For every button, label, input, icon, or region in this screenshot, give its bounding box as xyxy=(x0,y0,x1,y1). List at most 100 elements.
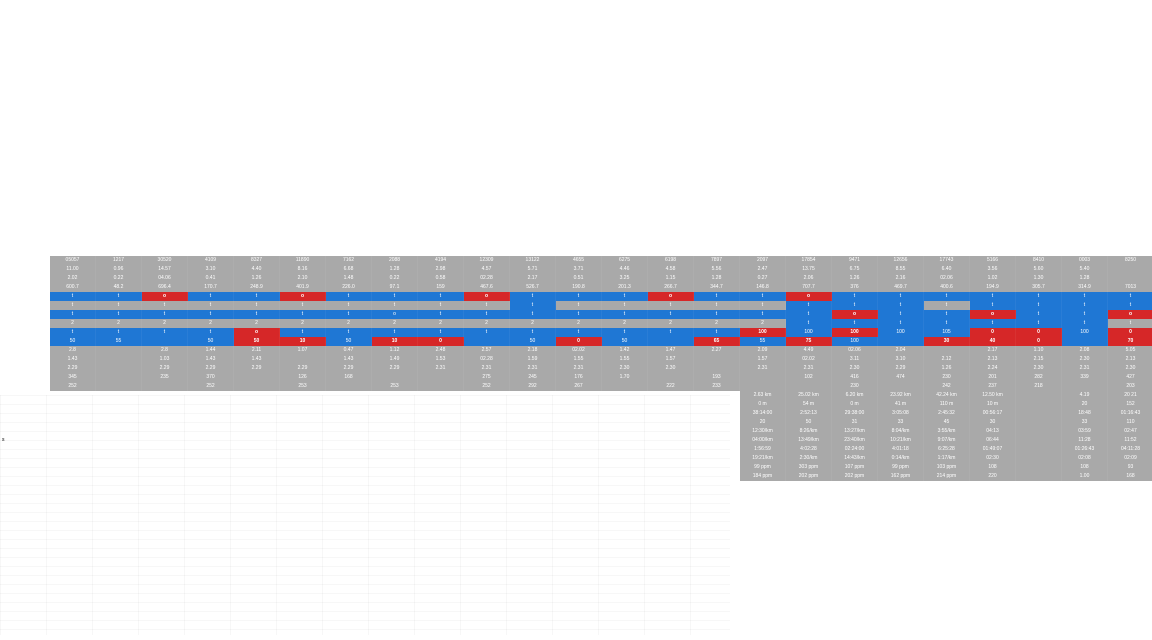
data-cell[interactable]: t xyxy=(924,319,970,328)
data-cell[interactable] xyxy=(96,373,142,382)
data-cell[interactable]: 1.70 xyxy=(602,373,648,382)
data-cell[interactable]: 1.15 xyxy=(648,274,694,283)
data-cell[interactable]: 97.1 xyxy=(372,283,418,292)
data-cell[interactable]: 3:55/km xyxy=(924,427,970,436)
data-cell[interactable]: 2.63 km xyxy=(740,391,786,400)
data-cell[interactable]: 6.40 xyxy=(924,265,970,274)
data-cell[interactable]: 253 xyxy=(280,382,326,391)
data-cell[interactable]: t xyxy=(602,292,648,301)
data-cell[interactable]: 3.11 xyxy=(832,355,878,364)
data-cell[interactable]: 2 xyxy=(648,319,694,328)
data-cell[interactable]: 03:59 xyxy=(1062,427,1108,436)
data-cell[interactable]: 1.10 xyxy=(1016,346,1062,355)
data-cell[interactable]: t xyxy=(740,310,786,319)
data-cell[interactable]: 2 xyxy=(188,319,234,328)
data-cell[interactable]: 8327 xyxy=(234,256,280,265)
data-cell[interactable]: 2.30 xyxy=(602,364,648,373)
data-cell[interactable]: 2:45:32 xyxy=(924,409,970,418)
data-cell[interactable]: 0 xyxy=(556,337,602,346)
data-cell[interactable]: 04:11:28 xyxy=(1108,445,1152,454)
data-cell[interactable]: 02:47 xyxy=(1108,427,1152,436)
data-cell[interactable]: 02:09 xyxy=(1108,454,1152,463)
data-cell[interactable]: 2.31 xyxy=(418,364,464,373)
data-cell[interactable]: 1.57 xyxy=(740,355,786,364)
data-cell[interactable]: 2.09 xyxy=(740,346,786,355)
data-cell[interactable]: 2.17 xyxy=(970,346,1016,355)
data-cell[interactable]: 2 xyxy=(50,319,96,328)
data-cell[interactable]: 305.7 xyxy=(1016,283,1062,292)
data-cell[interactable]: 02.06 xyxy=(924,274,970,283)
empty-grid-area[interactable] xyxy=(0,395,730,635)
data-cell[interactable]: t xyxy=(556,328,602,337)
data-cell[interactable]: 2 xyxy=(326,319,372,328)
data-cell[interactable]: 0003 xyxy=(1062,256,1108,265)
data-cell[interactable]: o xyxy=(970,310,1016,319)
data-cell[interactable]: 696.4 xyxy=(142,283,188,292)
data-cell[interactable]: 06:44 xyxy=(970,436,1016,445)
data-cell[interactable]: 469.7 xyxy=(878,283,924,292)
data-cell[interactable]: 01:49:07 xyxy=(970,445,1016,454)
data-cell[interactable]: 12:30/km xyxy=(740,427,786,436)
data-cell[interactable]: 50 xyxy=(602,337,648,346)
data-cell[interactable]: 04:13 xyxy=(970,427,1016,436)
data-cell[interactable]: 193 xyxy=(694,373,740,382)
data-cell[interactable]: 1.42 xyxy=(602,346,648,355)
data-cell[interactable]: t xyxy=(924,301,970,310)
data-cell[interactable]: t xyxy=(326,310,372,319)
data-cell[interactable]: 253 xyxy=(372,382,418,391)
data-cell[interactable]: 3.25 xyxy=(602,274,648,283)
data-cell[interactable]: t xyxy=(464,328,510,337)
data-cell[interactable]: 105 xyxy=(924,328,970,337)
data-cell[interactable]: t xyxy=(418,328,464,337)
data-cell[interactable]: 2.06 xyxy=(786,274,832,283)
data-cell[interactable]: 5166 xyxy=(970,256,1016,265)
data-cell[interactable]: 00:56:17 xyxy=(970,409,1016,418)
data-cell[interactable]: t xyxy=(142,301,188,310)
data-cell[interactable] xyxy=(96,346,142,355)
data-cell[interactable]: 2.31 xyxy=(786,364,832,373)
data-cell[interactable]: t xyxy=(786,301,832,310)
data-cell[interactable]: t xyxy=(418,301,464,310)
data-cell[interactable]: 5.60 xyxy=(1016,265,1062,274)
data-cell[interactable] xyxy=(740,373,786,382)
data-cell[interactable]: 6198 xyxy=(648,256,694,265)
data-cell[interactable]: 29:38:00 xyxy=(832,409,878,418)
data-cell[interactable]: t xyxy=(1108,292,1152,301)
data-cell[interactable]: 9:07/km xyxy=(924,436,970,445)
data-cell[interactable]: 370 xyxy=(188,373,234,382)
data-cell[interactable]: 1.28 xyxy=(372,265,418,274)
data-cell[interactable] xyxy=(694,355,740,364)
data-cell[interactable]: 108 xyxy=(1062,463,1108,472)
data-cell[interactable]: t xyxy=(878,310,924,319)
data-cell[interactable]: 9471 xyxy=(832,256,878,265)
data-cell[interactable]: 8250 xyxy=(1108,256,1152,265)
data-cell[interactable]: t xyxy=(694,301,740,310)
data-cell[interactable]: 474 xyxy=(878,373,924,382)
data-cell[interactable]: 292 xyxy=(510,382,556,391)
data-cell[interactable]: 252 xyxy=(188,382,234,391)
data-cell[interactable]: 107 ppm xyxy=(832,463,878,472)
data-cell[interactable]: 04:00/km xyxy=(740,436,786,445)
data-cell[interactable]: 6.75 xyxy=(832,265,878,274)
data-cell[interactable]: t xyxy=(1108,301,1152,310)
data-cell[interactable]: 54 m xyxy=(786,400,832,409)
data-cell[interactable]: t xyxy=(1062,310,1108,319)
data-cell[interactable] xyxy=(1016,391,1062,400)
data-cell[interactable]: 2 xyxy=(694,319,740,328)
data-cell[interactable]: 2 xyxy=(418,319,464,328)
data-cell[interactable]: 2.29 xyxy=(50,364,96,373)
data-cell[interactable]: 2 xyxy=(96,319,142,328)
data-cell[interactable]: 2.24 xyxy=(970,364,1016,373)
data-cell[interactable]: 2.18 xyxy=(510,346,556,355)
data-cell[interactable]: 13122 xyxy=(510,256,556,265)
data-cell[interactable]: 2.31 xyxy=(464,364,510,373)
data-cell[interactable]: 526.7 xyxy=(510,283,556,292)
data-cell[interactable]: 2097 xyxy=(740,256,786,265)
data-cell[interactable]: 30520 xyxy=(142,256,188,265)
data-cell[interactable] xyxy=(602,382,648,391)
data-cell[interactable]: 33 xyxy=(878,418,924,427)
data-cell[interactable]: 0.27 xyxy=(740,274,786,283)
data-cell[interactable]: 110 m xyxy=(924,400,970,409)
data-cell[interactable]: 12.50 km xyxy=(970,391,1016,400)
data-cell[interactable]: t xyxy=(832,319,878,328)
